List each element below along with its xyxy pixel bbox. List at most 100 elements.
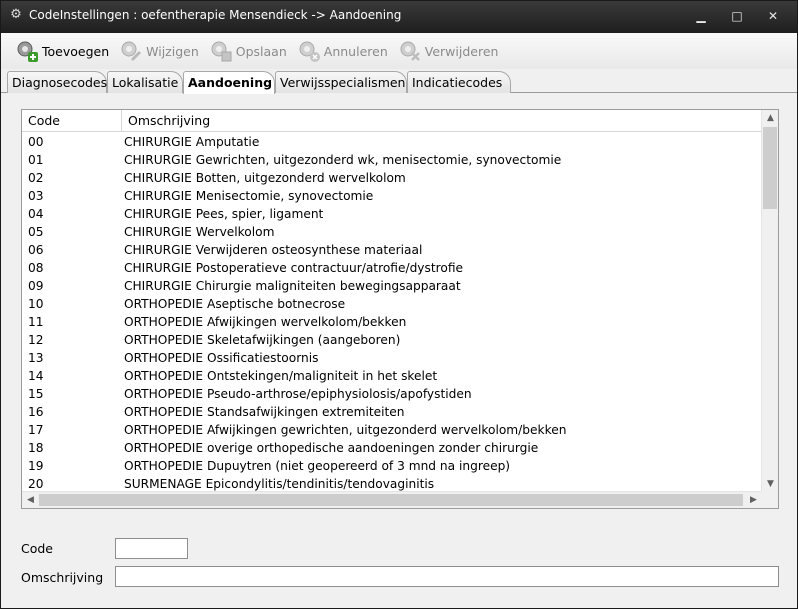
cell-omschrijving: ORTHOPEDIE Afwijkingen gewrichten, uitge… [124, 423, 567, 437]
cell-code: 16 [28, 405, 44, 419]
table-row[interactable]: 05 CHIRURGIE Wervelkolom [22, 223, 762, 241]
cell-code: 06 [28, 243, 44, 257]
gear-add-icon [15, 39, 39, 63]
scroll-corner [761, 491, 778, 508]
cell-omschrijving: CHIRURGIE Postoperatieve contractuur/atr… [124, 261, 464, 275]
cell-omschrijving: ORTHOPEDIE overige orthopedische aandoen… [124, 441, 539, 455]
table-row[interactable]: 13 ORTHOPEDIE Ossificatiestoornis [22, 349, 762, 367]
cell-omschrijving: CHIRURGIE Wervelkolom [124, 225, 275, 239]
code-input[interactable] [115, 538, 188, 559]
cell-omschrijving: CHIRURGIE Verwijderen osteosynthese mate… [124, 243, 423, 257]
cell-omschrijving: CHIRURGIE Chirurgie maligniteiten bewegi… [124, 279, 461, 293]
gear-edit-icon [119, 39, 143, 63]
cell-code: 11 [28, 315, 44, 329]
cell-code: 04 [28, 207, 44, 221]
close-button[interactable]: ✕ [755, 7, 791, 25]
vertical-scroll-thumb[interactable] [763, 127, 777, 209]
edit-button-label: Wijzigen [146, 43, 199, 59]
app-window: ⚙ CodeInstellingen : oefentherapie Mense… [0, 0, 798, 609]
delete-button-label: Verwijderen [424, 43, 499, 59]
cell-code: 19 [28, 459, 44, 473]
tab-label: Aandoening [188, 75, 273, 90]
title-bar[interactable]: ⚙ CodeInstellingen : oefentherapie Mense… [1, 1, 797, 33]
cell-omschrijving: ORTHOPEDIE Dupuytren (niet geopereerd of… [124, 459, 511, 473]
window-controls: ▁ □ ✕ [683, 7, 791, 25]
table-row[interactable]: 00 CHIRURGIE Amputatie [22, 133, 762, 151]
table-row[interactable]: 15 ORTHOPEDIE Pseudo-arthrose/epiphysiolo… [22, 385, 762, 403]
codes-grid[interactable]: Code Omschrijving 00 CHIRURGIE Amputatie 0… [21, 109, 779, 509]
table-row[interactable]: 18 ORTHOPEDIE overige orthopedische aando… [22, 439, 762, 457]
delete-button[interactable]: Verwijderen [394, 37, 503, 65]
cell-omschrijving: CHIRURGIE Botten, uitgezonderd wervelkol… [124, 171, 406, 185]
cell-code: 17 [28, 423, 44, 437]
gear-cancel-icon [297, 39, 321, 63]
cell-code: 03 [28, 189, 44, 203]
cancel-button-label: Annuleren [323, 43, 388, 59]
scroll-left-icon[interactable]: ◀ [22, 492, 39, 508]
maximize-button[interactable]: □ [719, 7, 755, 25]
cell-code: 01 [28, 153, 44, 167]
app-gear-icon: ⚙ [10, 7, 22, 22]
cancel-button[interactable]: Annuleren [293, 37, 392, 65]
tab-verwijsspecialismen[interactable]: Verwijsspecialismen [275, 71, 407, 93]
cell-code: 09 [28, 279, 44, 293]
table-row[interactable]: 01 CHIRURGIE Gewrichten, uitgezonderd wk,… [22, 151, 762, 169]
cell-code: 00 [28, 135, 44, 149]
cell-code: 02 [28, 171, 44, 185]
table-row[interactable]: 06 CHIRURGIE Verwijderen osteosynthese ma… [22, 241, 762, 259]
edit-button[interactable]: Wijzigen [115, 37, 203, 65]
horizontal-scroll-thumb[interactable] [39, 494, 743, 506]
tab-aandoening[interactable]: Aandoening [183, 71, 275, 94]
table-row[interactable]: 17 ORTHOPEDIE Afwijkingen gewrichten, uit… [22, 421, 762, 439]
table-row[interactable]: 03 CHIRURGIE Menisectomie, synovectomie [22, 187, 762, 205]
aandoening-panel: Code Omschrijving 00 CHIRURGIE Amputatie 0… [9, 93, 789, 601]
table-row[interactable]: 12 ORTHOPEDIE Skeletafwijkingen (aangebor… [22, 331, 762, 349]
tab-label: Verwijsspecialismen [280, 75, 406, 90]
table-row[interactable]: 19 ORTHOPEDIE Dupuytren (niet geopereerd … [22, 457, 762, 475]
cell-code: 13 [28, 351, 44, 365]
horizontal-scrollbar[interactable]: ◀ ▶ [22, 491, 762, 508]
cell-omschrijving: CHIRURGIE Pees, spier, ligament [124, 207, 324, 221]
cell-code: 08 [28, 261, 44, 275]
tab-lokalisatie[interactable]: Lokalisatie [107, 71, 183, 93]
cell-omschrijving: ORTHOPEDIE Ossificatiestoornis [124, 351, 319, 365]
window-title: CodeInstellingen : oefentherapie Mensend… [29, 8, 402, 22]
cell-code: 18 [28, 441, 44, 455]
cell-omschrijving: CHIRURGIE Amputatie [124, 135, 260, 149]
column-header-omschrijving[interactable]: Omschrijving [122, 110, 762, 132]
vertical-scrollbar[interactable]: ▲ ▼ [761, 110, 778, 493]
cell-omschrijving: CHIRURGIE Menisectomie, synovectomie [124, 189, 374, 203]
tab-diagnosecodes[interactable]: Diagnosecodes [7, 71, 107, 93]
table-row[interactable]: 10 ORTHOPEDIE Aseptische botnecrose [22, 295, 762, 313]
table-row[interactable]: 11 ORTHOPEDIE Afwijkingen wervelkolom/bek… [22, 313, 762, 331]
grid-body: 00 CHIRURGIE Amputatie 01 CHIRURGIE Gewrich… [22, 133, 762, 493]
save-button[interactable]: Opslaan [205, 37, 291, 65]
cell-omschrijving: ORTHOPEDIE Pseudo-arthrose/epiphysiolosi… [124, 387, 472, 401]
cell-omschrijving: ORTHOPEDIE Standsafwijkingen extremiteit… [124, 405, 405, 419]
gear-delete-icon [398, 39, 422, 63]
omschrijving-input[interactable] [115, 566, 779, 587]
add-button-label: Toevoegen [42, 43, 110, 59]
scroll-up-icon[interactable]: ▲ [762, 110, 778, 127]
cell-omschrijving: ORTHOPEDIE Skeletafwijkingen (aangeboren… [124, 333, 401, 347]
tab-indicatiecodes[interactable]: Indicatiecodes [407, 71, 511, 93]
table-row[interactable]: 14 ORTHOPEDIE Ontstekingen/maligniteit in… [22, 367, 762, 385]
scroll-right-icon[interactable]: ▶ [745, 492, 762, 508]
omschrijving-label: Omschrijving [21, 570, 104, 585]
column-header-code[interactable]: Code [22, 110, 122, 132]
cell-code: 10 [28, 297, 44, 311]
table-row[interactable]: 08 CHIRURGIE Postoperatieve contractuur/a… [22, 259, 762, 277]
tab-label: Diagnosecodes [12, 75, 108, 90]
tab-strip: Diagnosecodes Lokalisatie Aandoening Ver… [1, 69, 797, 94]
table-row[interactable]: 16 ORTHOPEDIE Standsafwijkingen extremite… [22, 403, 762, 421]
table-row[interactable]: 02 CHIRURGIE Botten, uitgezonderd wervelk… [22, 169, 762, 187]
cell-code: 15 [28, 387, 44, 401]
table-row[interactable]: 04 CHIRURGIE Pees, spier, ligament [22, 205, 762, 223]
add-button[interactable]: Toevoegen [11, 37, 113, 65]
cell-omschrijving: CHIRURGIE Gewrichten, uitgezonderd wk, m… [124, 153, 562, 167]
toolbar: Toevoegen Wijzigen Opslaan Annuleren Ver… [1, 33, 797, 69]
table-row[interactable]: 09 CHIRURGIE Chirurgie maligniteiten bewe… [22, 277, 762, 295]
minimize-button[interactable]: ▁ [683, 7, 719, 25]
code-label: Code [21, 541, 54, 556]
cell-code: 05 [28, 225, 44, 239]
